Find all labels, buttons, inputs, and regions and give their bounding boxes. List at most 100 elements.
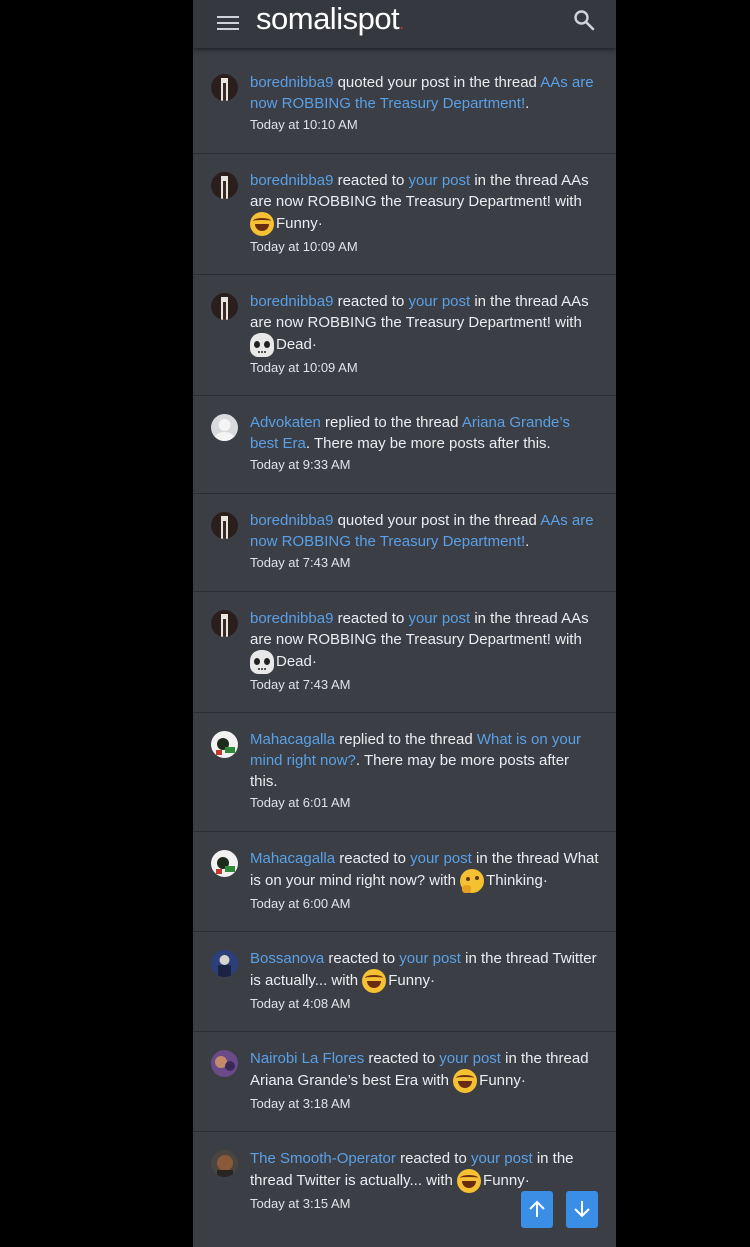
alert-action: replied to the thread <box>320 414 462 431</box>
reaction-name: Funny <box>276 215 318 232</box>
alert-item[interactable]: Advokaten replied to the thread Ariana G… <box>193 395 616 493</box>
avatar[interactable] <box>211 850 238 877</box>
reaction-name: Dead <box>276 336 312 353</box>
alert-action: quoted your post in the thread <box>333 74 541 91</box>
skull-reaction-icon <box>250 650 274 674</box>
avatar[interactable] <box>211 414 238 441</box>
alert-item[interactable]: borednibba9 reacted to your post in the … <box>193 153 616 274</box>
funny-reaction-icon <box>453 1069 478 1093</box>
menu-icon[interactable] <box>217 12 239 32</box>
alert-time: Today at 9:33 AM <box>250 457 351 472</box>
user-link[interactable]: The Smooth-Operator <box>250 1150 396 1167</box>
avatar[interactable] <box>211 293 238 320</box>
post-link[interactable]: your post <box>408 293 470 310</box>
alert-item[interactable]: Bossanova reacted to your post in the th… <box>193 931 616 1031</box>
reaction-dot: · <box>524 1172 530 1189</box>
arrow-up-icon <box>529 1200 545 1217</box>
logo-text: somalispot <box>256 1 400 36</box>
alert-action: reacted to <box>395 1150 471 1167</box>
funny-reaction-icon <box>250 212 274 236</box>
logo-dot: . <box>399 13 404 33</box>
funny-reaction-icon <box>457 1169 482 1193</box>
alert-time: Today at 4:08 AM <box>250 996 351 1011</box>
alert-item[interactable]: borednibba9 reacted to your post in the … <box>193 274 616 395</box>
user-link[interactable]: borednibba9 <box>250 293 333 310</box>
user-link[interactable]: Mahacagalla <box>250 850 335 867</box>
top-app-bar: somalispot. <box>193 0 616 48</box>
user-link[interactable]: borednibba9 <box>250 74 333 91</box>
avatar[interactable] <box>211 950 238 977</box>
post-link[interactable]: your post <box>439 1050 501 1067</box>
avatar[interactable] <box>211 1150 238 1177</box>
alert-action: reacted to <box>333 172 409 189</box>
alert-text: Advokaten replied to the thread Ariana G… <box>250 412 600 454</box>
alert-time: Today at 10:09 AM <box>250 239 358 254</box>
alert-text: Mahacagalla reacted to your post in the … <box>250 848 600 893</box>
alert-item[interactable]: Mahacagalla replied to the thread What i… <box>193 712 616 831</box>
avatar[interactable] <box>211 610 238 637</box>
user-link[interactable]: borednibba9 <box>250 512 333 529</box>
reaction-dot: · <box>429 972 435 989</box>
search-icon[interactable] <box>572 8 596 32</box>
alert-time: Today at 3:18 AM <box>250 1096 351 1111</box>
scroll-up-button[interactable] <box>521 1191 553 1228</box>
alert-text: Bossanova reacted to your post in the th… <box>250 948 600 993</box>
thinking-reaction-icon <box>460 869 485 893</box>
user-link[interactable]: borednibba9 <box>250 610 333 627</box>
user-link[interactable]: borednibba9 <box>250 172 333 189</box>
skull-reaction-icon <box>250 333 274 357</box>
reaction-dot: · <box>520 1072 526 1089</box>
alert-time: Today at 6:00 AM <box>250 896 351 911</box>
alert-item[interactable]: borednibba9 quoted your post in the thre… <box>193 56 616 153</box>
alert-text: borednibba9 quoted your post in the thre… <box>250 72 600 114</box>
avatar[interactable] <box>211 74 238 101</box>
alert-text: borednibba9 quoted your post in the thre… <box>250 510 600 552</box>
post-link[interactable]: your post <box>408 610 470 627</box>
user-link[interactable]: Bossanova <box>250 950 324 967</box>
user-link[interactable]: Advokaten <box>250 414 321 431</box>
post-link[interactable]: your post <box>410 850 472 867</box>
site-logo[interactable]: somalispot. <box>256 1 404 37</box>
alert-action: reacted to <box>333 293 409 310</box>
alert-action: reacted to <box>335 850 411 867</box>
user-link[interactable]: Nairobi La Flores <box>250 1050 364 1067</box>
alert-tail: . There may be more posts after this. <box>305 435 551 452</box>
avatar[interactable] <box>211 731 238 758</box>
reaction-name: Funny <box>479 1072 521 1089</box>
reaction-dot: · <box>311 336 317 353</box>
post-link[interactable]: your post <box>399 950 461 967</box>
alert-tail: . <box>525 533 530 550</box>
alert-action: replied to the thread <box>335 731 477 748</box>
reaction-name: Dead <box>276 653 312 670</box>
alert-action: quoted your post in the thread <box>333 512 541 529</box>
alert-item[interactable]: Nairobi La Flores reacted to your post i… <box>193 1031 616 1131</box>
alert-item[interactable]: borednibba9 quoted your post in the thre… <box>193 493 616 591</box>
alert-time: Today at 10:09 AM <box>250 360 358 375</box>
reaction-name: Funny <box>483 1172 525 1189</box>
alert-item[interactable]: Mahacagalla reacted to your post in the … <box>193 831 616 931</box>
avatar[interactable] <box>211 512 238 539</box>
alerts-list: borednibba9 quoted your post in the thre… <box>193 56 616 1231</box>
reaction-dot: · <box>542 872 548 889</box>
notifications-panel: somalispot. borednibba9 quoted your post… <box>193 0 616 1247</box>
alert-item[interactable]: borednibba9 reacted to your post in the … <box>193 591 616 712</box>
reaction-dot: · <box>311 653 317 670</box>
post-link[interactable]: your post <box>408 172 470 189</box>
post-link[interactable]: your post <box>471 1150 533 1167</box>
alert-time: Today at 6:01 AM <box>250 795 351 810</box>
alert-action: reacted to <box>324 950 400 967</box>
scroll-down-button[interactable] <box>566 1191 598 1228</box>
user-link[interactable]: Mahacagalla <box>250 731 335 748</box>
reaction-name: Funny <box>388 972 430 989</box>
arrow-down-icon <box>574 1201 590 1218</box>
avatar[interactable] <box>211 172 238 199</box>
avatar[interactable] <box>211 1050 238 1077</box>
alert-time: Today at 7:43 AM <box>250 677 351 692</box>
reaction-name: Thinking <box>486 872 543 889</box>
alert-text: borednibba9 reacted to your post in the … <box>250 608 600 674</box>
alert-text: The Smooth-Operator reacted to your post… <box>250 1148 600 1193</box>
alert-text: Mahacagalla replied to the thread What i… <box>250 729 600 792</box>
alert-text: Nairobi La Flores reacted to your post i… <box>250 1048 600 1093</box>
alert-text: borednibba9 reacted to your post in the … <box>250 291 600 357</box>
alert-time: Today at 7:43 AM <box>250 555 351 570</box>
